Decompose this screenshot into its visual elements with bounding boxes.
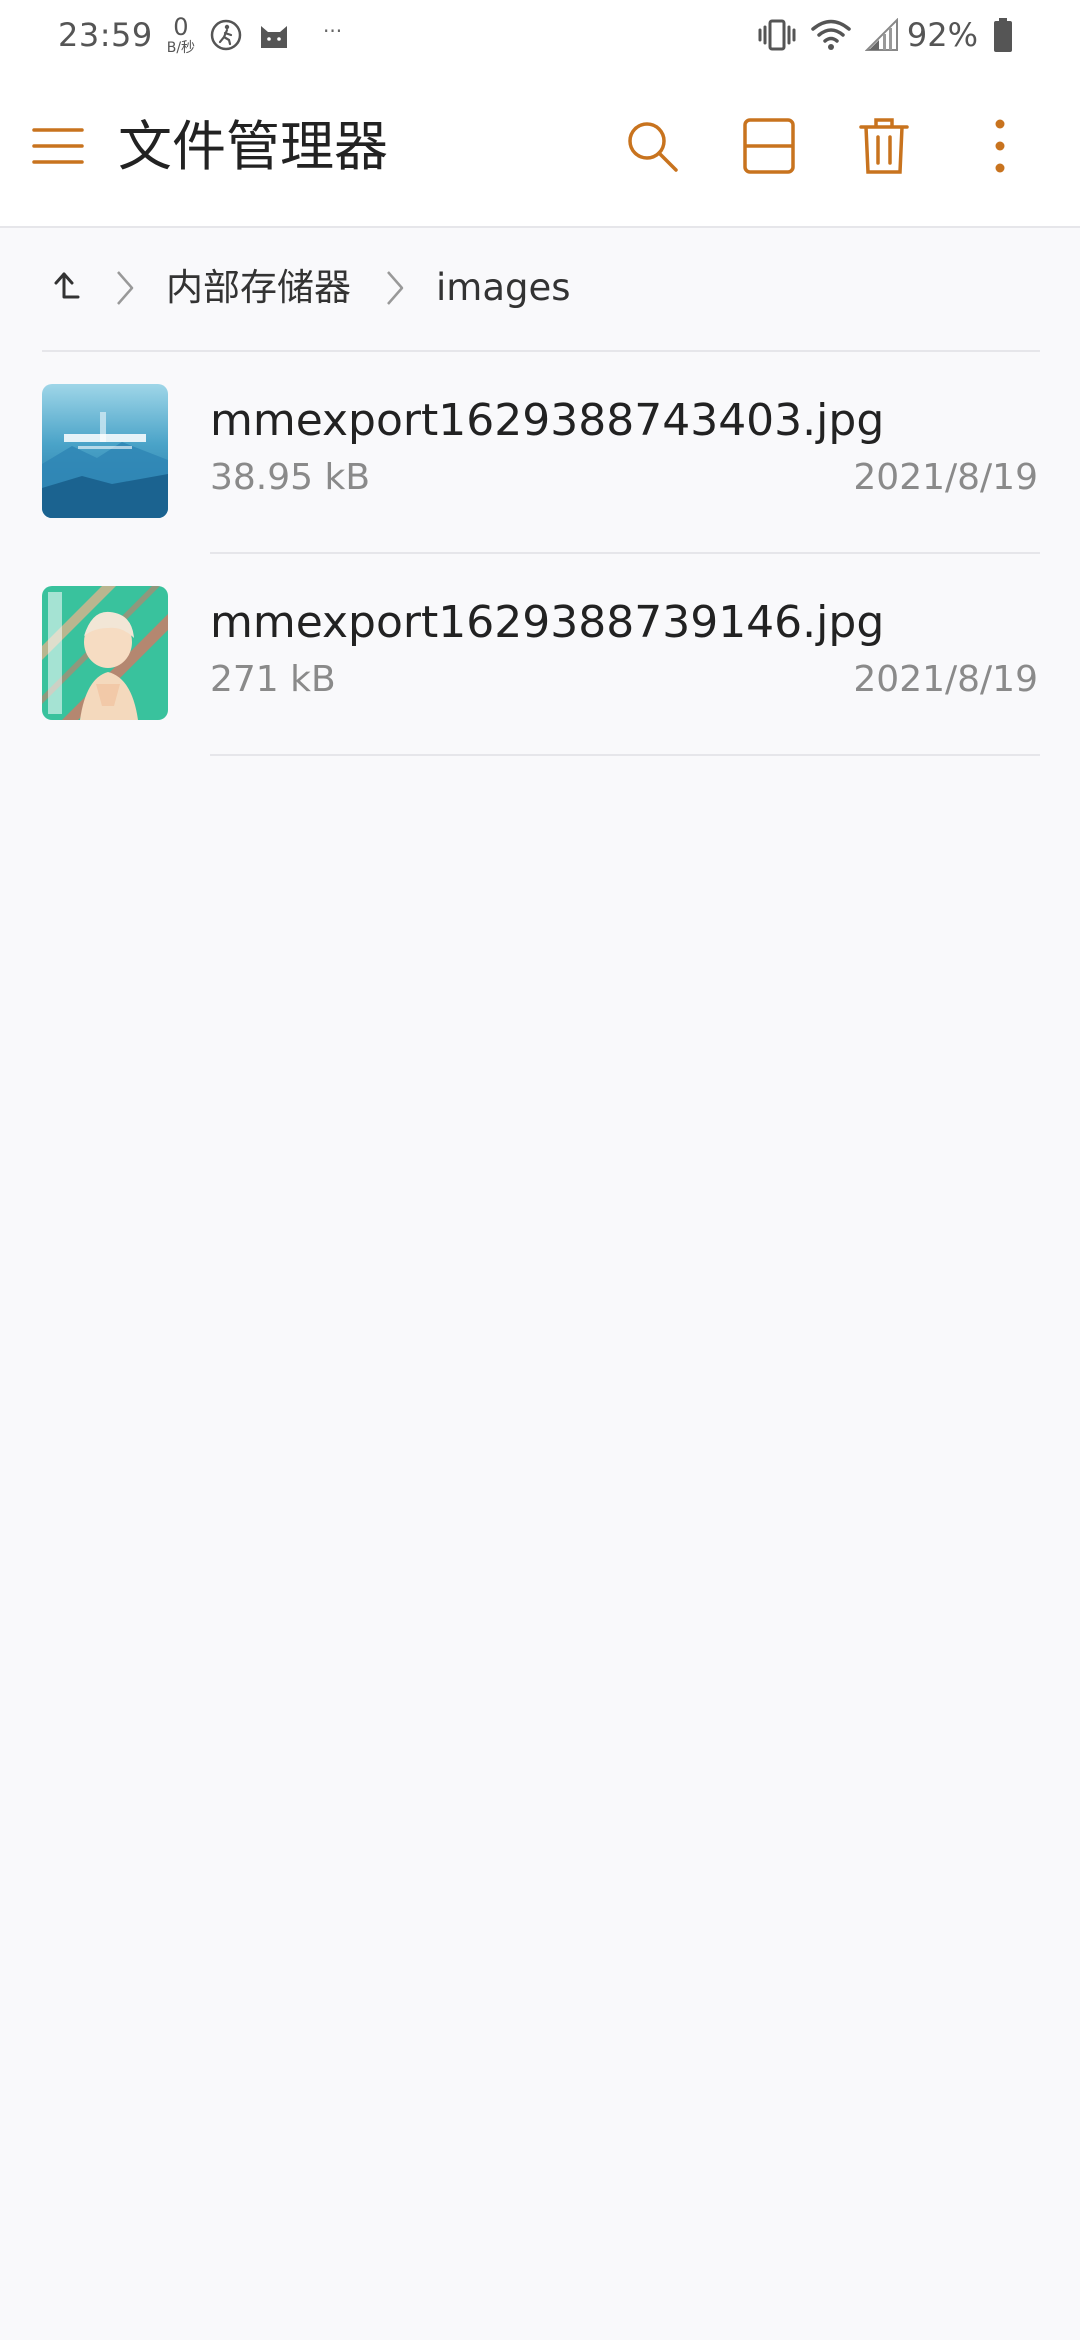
navigate-up-button[interactable] <box>44 266 88 310</box>
app-bar: 文件管理器 <box>0 70 1080 228</box>
wifi-icon <box>811 18 851 52</box>
view-mode-button[interactable] <box>731 110 807 186</box>
file-size: 271 kB <box>210 659 336 700</box>
file-size: 38.95 kB <box>210 457 371 498</box>
chevron-right-icon <box>380 268 410 308</box>
chevron-right-icon <box>110 268 140 308</box>
status-bar: 23:59 0 B/秒 ··· 92% <box>0 0 1080 70</box>
net-speed-unit: B/秒 <box>166 40 196 56</box>
delete-button[interactable] <box>846 110 922 186</box>
file-thumbnail <box>42 384 168 518</box>
status-right: 92% <box>743 0 1014 70</box>
arrow-up-icon <box>50 269 82 307</box>
file-list-item[interactable]: mmexport1629388743403.jpg 38.95 kB 2021/… <box>0 352 1080 552</box>
more-vert-icon <box>994 118 1006 178</box>
cat-icon <box>257 18 291 52</box>
file-date: 2021/8/19 <box>853 457 1038 498</box>
file-name: mmexport1629388743403.jpg <box>210 395 885 446</box>
vibrate-icon <box>757 17 797 53</box>
app-title: 文件管理器 <box>118 115 388 178</box>
file-list-item[interactable]: mmexport1629388739146.jpg 271 kB 2021/8/… <box>0 554 1080 754</box>
search-icon <box>624 118 680 178</box>
file-name: mmexport1629388739146.jpg <box>210 597 885 648</box>
net-speed-value: 0 <box>173 13 189 41</box>
breadcrumb: 内部存储器 images <box>0 228 1080 348</box>
list-divider <box>210 754 1040 756</box>
file-date: 2021/8/19 <box>853 659 1038 700</box>
battery-icon <box>992 17 1014 53</box>
activity-icon <box>209 18 243 52</box>
more-options-button[interactable] <box>962 110 1038 186</box>
hamburger-menu-icon <box>32 126 84 170</box>
breadcrumb-internal-storage[interactable]: 内部存储器 <box>166 264 351 312</box>
breadcrumb-images[interactable]: images <box>436 264 571 312</box>
trash-icon <box>859 117 909 179</box>
battery-percent: 92% <box>906 16 978 54</box>
file-thumbnail <box>42 586 168 720</box>
signal-icon <box>864 18 899 52</box>
status-more-dots: ··· <box>323 19 343 43</box>
net-speed: 0 B/秒 <box>167 15 195 55</box>
status-left: 23:59 0 B/秒 ··· <box>58 0 342 70</box>
status-time: 23:59 <box>58 16 153 54</box>
split-view-icon <box>742 117 796 179</box>
search-button[interactable] <box>614 110 690 186</box>
menu-button[interactable] <box>32 122 84 174</box>
